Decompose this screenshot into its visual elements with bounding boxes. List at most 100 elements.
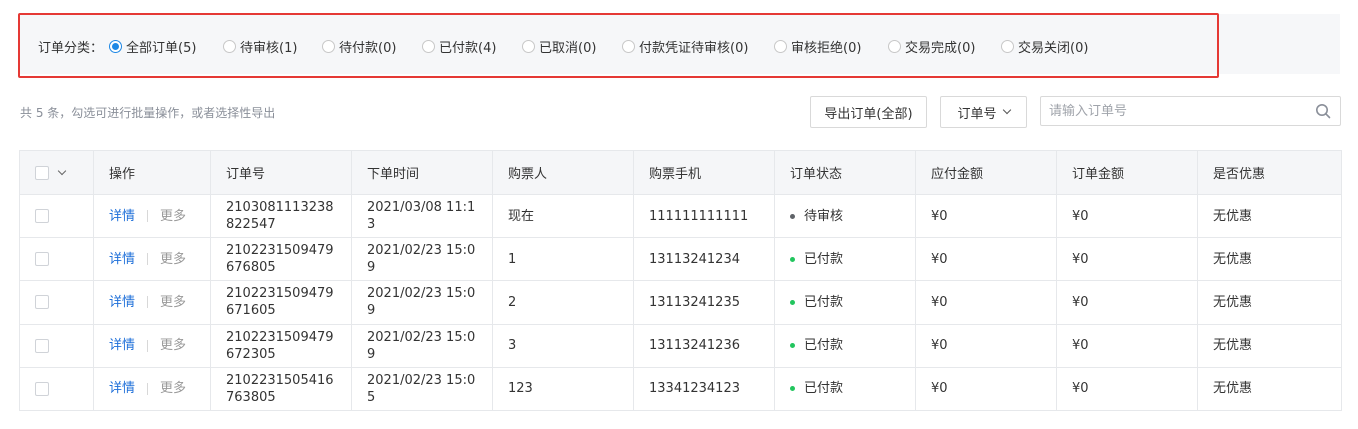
radio-icon[interactable] bbox=[522, 39, 536, 53]
status-cell: 已付款 bbox=[774, 324, 916, 368]
export-orders-button[interactable]: 导出订单(全部) bbox=[810, 96, 927, 128]
buyer-cell: 1 bbox=[492, 237, 634, 281]
more-link[interactable]: 更多 bbox=[160, 295, 186, 310]
discount-cell: 无优惠 bbox=[1213, 251, 1253, 267]
status-text: 已付款 bbox=[804, 381, 844, 397]
column-header-order-no: 订单号 bbox=[210, 150, 352, 195]
radio-icon[interactable] bbox=[774, 39, 788, 53]
column-header-discount: 是否优惠 bbox=[1213, 167, 1266, 182]
order-no-cell: 2102231505416763805 bbox=[210, 367, 352, 411]
column-header-buyer: 购票人 bbox=[492, 150, 634, 195]
radio-icon[interactable] bbox=[1001, 39, 1015, 53]
payable-cell: ¥0 bbox=[915, 367, 1057, 411]
order-time-cell: 2021/03/08 11:13 bbox=[351, 194, 493, 238]
filter-option-cancelled[interactable]: 已取消(0) bbox=[522, 37, 622, 56]
discount-cell: 无优惠 bbox=[1213, 208, 1253, 224]
more-link[interactable]: 更多 bbox=[160, 338, 186, 353]
payable-cell: ¥0 bbox=[915, 194, 1057, 238]
order-time-cell: 2021/02/23 15:09 bbox=[351, 324, 493, 368]
amount-cell: ¥0 bbox=[1056, 367, 1198, 411]
divider bbox=[147, 339, 149, 352]
divider bbox=[147, 382, 149, 395]
row-checkbox[interactable] bbox=[35, 381, 49, 396]
orders-table: 操作 订单号 下单时间 购票人 购票手机 订单状态 应付金额 订单金额 是否优惠… bbox=[19, 150, 1342, 411]
chevron-down-icon[interactable] bbox=[57, 166, 67, 175]
divider bbox=[147, 210, 149, 223]
table-header-row: 操作 订单号 下单时间 购票人 购票手机 订单状态 应付金额 订单金额 是否优惠 bbox=[19, 150, 1342, 195]
filter-option-pending-review[interactable]: 待审核(1) bbox=[223, 37, 322, 56]
payable-cell: ¥0 bbox=[915, 280, 1057, 325]
status-dot bbox=[790, 256, 795, 262]
column-header-order-amount: 订单金额 bbox=[1056, 150, 1198, 195]
filter-option-paid[interactable]: 已付款(4) bbox=[422, 37, 522, 56]
radio-icon[interactable] bbox=[223, 39, 237, 53]
search-icon[interactable] bbox=[1315, 103, 1331, 119]
phone-cell: 111111111111 bbox=[633, 194, 775, 238]
order-no-cell: 2103081113238822547 bbox=[210, 194, 352, 238]
table-row: 详情 更多 2103081113238822547 2021/03/08 11:1… bbox=[19, 194, 1342, 238]
table-row: 详情 更多 2102231509479671605 2021/02/23 15:0… bbox=[19, 280, 1342, 325]
payable-cell: ¥0 bbox=[915, 237, 1057, 281]
status-cell: 已付款 bbox=[774, 237, 916, 281]
result-summary: 共 5 条，勾选可进行批量操作，或者选择性导出 bbox=[20, 106, 276, 120]
row-checkbox[interactable] bbox=[35, 295, 49, 310]
detail-link[interactable]: 详情 bbox=[109, 381, 135, 396]
phone-cell: 13113241235 bbox=[633, 280, 775, 325]
radio-icon[interactable] bbox=[109, 39, 123, 53]
chevron-down-icon bbox=[1002, 105, 1011, 115]
more-link[interactable]: 更多 bbox=[160, 252, 186, 267]
status-dot bbox=[790, 213, 795, 219]
status-text: 已付款 bbox=[804, 251, 844, 267]
radio-icon[interactable] bbox=[422, 39, 436, 53]
select-all-cell bbox=[19, 150, 94, 195]
payable-cell: ¥0 bbox=[915, 324, 1057, 368]
divider bbox=[147, 253, 149, 266]
amount-cell: ¥0 bbox=[1056, 280, 1198, 325]
amount-cell: ¥0 bbox=[1056, 324, 1198, 368]
order-time-cell: 2021/02/23 15:05 bbox=[351, 367, 493, 411]
filter-option-completed[interactable]: 交易完成(0) bbox=[888, 37, 1001, 56]
radio-icon[interactable] bbox=[322, 39, 336, 53]
row-checkbox[interactable] bbox=[35, 252, 49, 267]
buyer-cell: 123 bbox=[492, 367, 634, 411]
table-row: 详情 更多 2102231509479672305 2021/02/23 15:0… bbox=[19, 324, 1342, 368]
select-all-checkbox[interactable] bbox=[35, 165, 49, 180]
amount-cell: ¥0 bbox=[1056, 237, 1198, 281]
filter-label: 订单分类： bbox=[38, 40, 104, 56]
order-time-cell: 2021/02/23 15:09 bbox=[351, 280, 493, 325]
radio-icon[interactable] bbox=[888, 39, 902, 53]
row-checkbox[interactable] bbox=[35, 338, 49, 353]
column-header-buyer-phone: 购票手机 bbox=[633, 150, 775, 195]
status-text: 已付款 bbox=[804, 338, 844, 354]
buyer-cell: 现在 bbox=[492, 194, 634, 238]
detail-link[interactable]: 详情 bbox=[109, 338, 135, 353]
filter-option-voucher-review[interactable]: 付款凭证待审核(0) bbox=[622, 37, 774, 56]
detail-link[interactable]: 详情 bbox=[109, 252, 135, 267]
filter-option-pending-payment[interactable]: 待付款(0) bbox=[322, 37, 422, 56]
filter-option-all[interactable]: 全部订单(5) bbox=[109, 37, 223, 56]
filter-option-closed[interactable]: 交易关闭(0) bbox=[1001, 37, 1088, 56]
status-cell: 已付款 bbox=[774, 280, 916, 325]
order-no-cell: 2102231509479671605 bbox=[210, 280, 352, 325]
discount-cell: 无优惠 bbox=[1213, 381, 1253, 397]
detail-link[interactable]: 详情 bbox=[109, 295, 135, 310]
column-header-payable-amount: 应付金额 bbox=[915, 150, 1057, 195]
status-dot bbox=[790, 386, 795, 392]
status-cell: 已付款 bbox=[774, 367, 916, 411]
order-search-input[interactable] bbox=[1041, 97, 1311, 125]
column-header-actions: 操作 bbox=[93, 150, 211, 195]
order-search bbox=[1040, 96, 1341, 126]
order-no-cell: 2102231509479676805 bbox=[210, 237, 352, 281]
radio-icon[interactable] bbox=[622, 39, 636, 53]
filter-option-rejected[interactable]: 审核拒绝(0) bbox=[774, 37, 888, 56]
more-link[interactable]: 更多 bbox=[160, 209, 186, 224]
order-category-filter: 订单分类： 全部订单(5) 待审核(1) 待付款(0) 已付款(4) 已取消(0… bbox=[38, 36, 1088, 56]
column-header-order-time: 下单时间 bbox=[351, 150, 493, 195]
discount-cell: 无优惠 bbox=[1213, 338, 1253, 354]
search-field-select[interactable]: 订单号 bbox=[940, 96, 1027, 128]
row-checkbox[interactable] bbox=[35, 209, 49, 224]
column-header-order-status: 订单状态 bbox=[774, 150, 916, 195]
more-link[interactable]: 更多 bbox=[160, 381, 186, 396]
detail-link[interactable]: 详情 bbox=[109, 209, 135, 224]
status-dot bbox=[790, 343, 795, 349]
